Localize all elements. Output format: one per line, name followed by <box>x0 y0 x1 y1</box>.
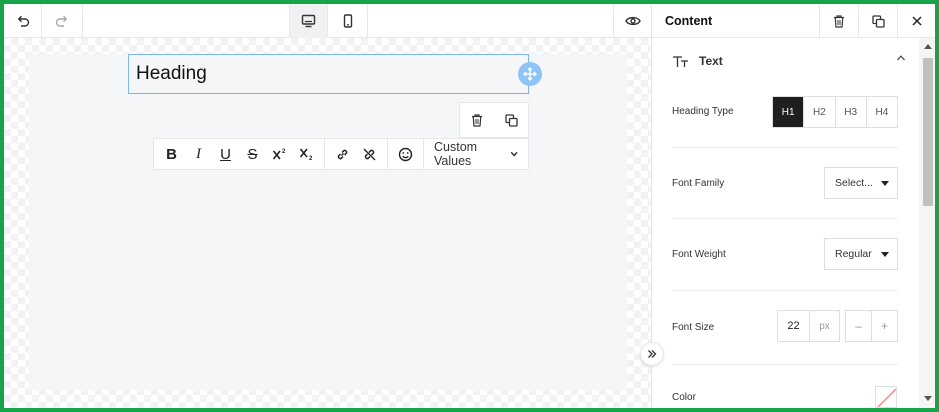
desktop-view-button[interactable] <box>289 4 328 38</box>
double-chevron-right-icon <box>648 350 657 358</box>
link-icon <box>337 149 348 159</box>
divider <box>672 218 898 219</box>
panel-delete-button[interactable] <box>819 4 858 38</box>
mobile-icon <box>343 14 352 28</box>
format-group-style: B I U S 2 2 <box>154 139 325 169</box>
color-picker-swatch[interactable] <box>875 386 897 408</box>
redo-button[interactable] <box>42 4 83 38</box>
font-size-decrement-button[interactable]: – <box>846 311 872 341</box>
font-weight-label: Font Weight <box>672 249 726 260</box>
unlink-button[interactable] <box>356 139 383 169</box>
editor-canvas: Heading B I U S 2 2 Custom Values <box>4 38 651 408</box>
panel-title: Content <box>665 14 713 28</box>
heading-type-h2[interactable]: H2 <box>804 97 836 127</box>
caret-down-icon <box>881 251 889 257</box>
font-weight-select[interactable]: Regular <box>824 238 898 270</box>
panel-scrollbar[interactable] <box>919 38 935 408</box>
delete-element-button[interactable] <box>460 103 494 137</box>
format-group-emoji <box>388 139 424 169</box>
move-icon <box>523 67 537 81</box>
divider <box>672 147 898 148</box>
text-type-icon <box>673 55 688 67</box>
chevron-up-icon <box>897 55 905 61</box>
font-size-label: Font Size <box>672 322 715 333</box>
scrollbar-thumb[interactable] <box>923 58 933 206</box>
divider <box>672 364 898 365</box>
panel-close-button[interactable] <box>897 4 935 38</box>
heading-type-label: Heading Type <box>672 106 734 117</box>
text-format-bar: B I U S 2 2 Custom Values <box>153 138 529 170</box>
duplicate-element-button[interactable] <box>494 103 528 137</box>
editor-toolbar <box>4 4 651 38</box>
scroll-down-arrow[interactable] <box>924 396 932 401</box>
link-button[interactable] <box>329 139 356 169</box>
svg-text:2: 2 <box>282 149 286 155</box>
close-icon <box>912 16 922 26</box>
desktop-icon <box>301 14 316 28</box>
smiley-icon <box>398 147 413 161</box>
trash-icon <box>472 113 482 127</box>
redo-icon <box>55 15 68 27</box>
duplicate-icon <box>504 113 518 127</box>
text-section-header[interactable]: Text <box>672 48 908 74</box>
subscript-icon: 2 <box>299 148 313 161</box>
panel-duplicate-button[interactable] <box>858 4 897 38</box>
no-color-icon <box>877 388 896 407</box>
superscript-icon: 2 <box>272 149 286 160</box>
undo-icon <box>17 15 29 27</box>
font-family-select[interactable]: Select... <box>824 167 898 199</box>
preview-button[interactable] <box>613 4 651 38</box>
heading-type-h4[interactable]: H4 <box>867 97 897 127</box>
section-title: Text <box>699 54 723 68</box>
superscript-button[interactable]: 2 <box>266 139 293 169</box>
heading-type-h1[interactable]: H1 <box>773 97 805 127</box>
format-group-link <box>325 139 388 169</box>
element-actions <box>459 102 529 138</box>
font-size-input[interactable]: 22 <box>778 311 810 341</box>
divider <box>672 290 898 291</box>
font-size-input-group: 22 px <box>777 310 840 342</box>
font-family-value: Select... <box>835 177 873 189</box>
unlink-icon <box>363 148 376 160</box>
trash-icon <box>834 14 844 28</box>
format-group-custom: Custom Values <box>424 139 528 169</box>
caret-down-icon <box>881 180 889 186</box>
color-label: Color <box>672 392 696 403</box>
properties-panel: Content Text Heading Type H1 H2 H3 H4 Fo… <box>651 4 935 408</box>
font-size-stepper: – + <box>845 310 898 342</box>
undo-button[interactable] <box>4 4 42 38</box>
heading-type-segmented: H1 H2 H3 H4 <box>772 96 898 128</box>
scroll-up-arrow[interactable] <box>924 44 932 49</box>
custom-values-dropdown[interactable]: Custom Values <box>428 140 524 168</box>
underline-button[interactable]: U <box>212 139 239 169</box>
heading-text[interactable]: Heading <box>136 63 207 84</box>
heading-type-h3[interactable]: H3 <box>836 97 867 127</box>
eye-icon <box>624 16 641 26</box>
font-family-label: Font Family <box>672 178 725 189</box>
svg-text:2: 2 <box>309 156 313 161</box>
duplicate-icon <box>871 14 885 28</box>
chevron-down-icon <box>510 151 518 157</box>
heading-element[interactable]: Heading <box>128 54 529 94</box>
italic-button[interactable]: I <box>185 139 212 169</box>
font-size-increment-button[interactable]: + <box>872 311 897 341</box>
font-size-unit: px <box>819 320 830 332</box>
editor-window: Heading B I U S 2 2 Custom Values Conten… <box>4 4 935 408</box>
collapse-panel-button[interactable] <box>640 342 664 366</box>
move-handle[interactable] <box>518 62 542 86</box>
subscript-button[interactable]: 2 <box>293 139 320 169</box>
panel-header: Content <box>652 4 935 38</box>
bold-button[interactable]: B <box>158 139 185 169</box>
font-weight-value: Regular <box>835 248 872 260</box>
custom-values-label: Custom Values <box>434 140 478 168</box>
strikethrough-button[interactable]: S <box>239 139 266 169</box>
mobile-view-button[interactable] <box>328 4 368 38</box>
canvas-content-area <box>29 54 627 390</box>
emoji-button[interactable] <box>392 139 419 169</box>
